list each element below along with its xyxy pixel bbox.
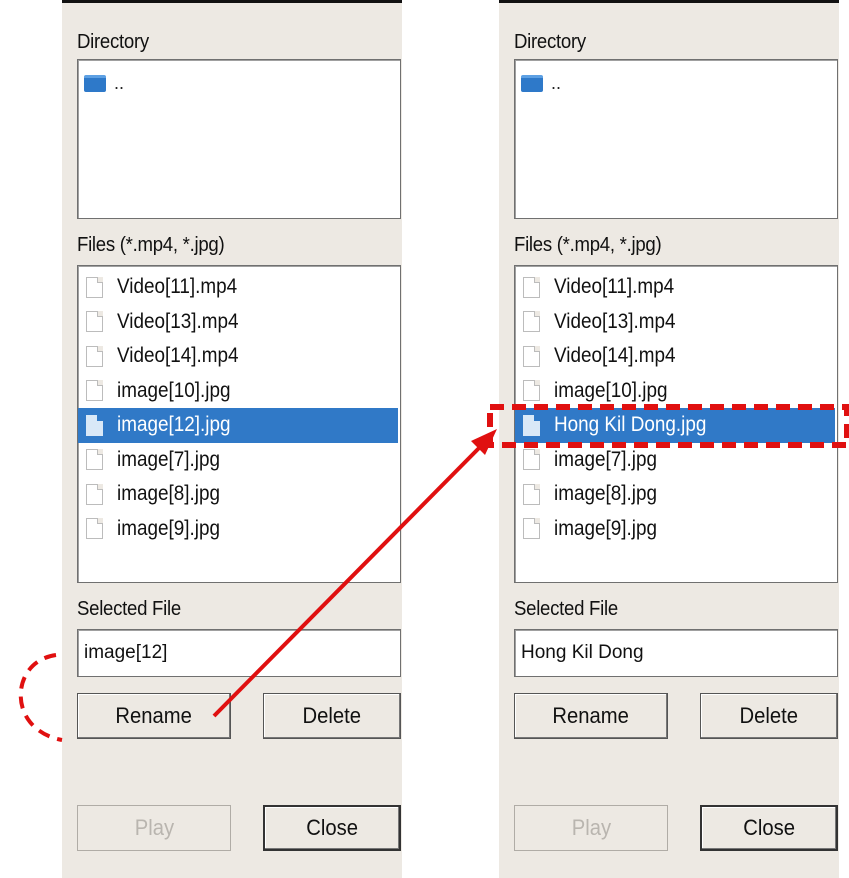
file-list-item[interactable]: Hong Kil Dong.jpg bbox=[515, 408, 835, 443]
selected-file-label: Selected File bbox=[77, 598, 181, 620]
close-button-label: Close bbox=[306, 815, 358, 840]
file-name: Video[14].mp4 bbox=[117, 344, 239, 368]
play-button-label: Play bbox=[134, 815, 174, 840]
delete-button-label: Delete bbox=[739, 703, 799, 728]
file-list-item[interactable]: image[7].jpg bbox=[515, 443, 837, 478]
file-list-item[interactable]: image[10].jpg bbox=[515, 374, 837, 409]
file-icon bbox=[86, 518, 103, 540]
rename-button-label: Rename bbox=[552, 703, 630, 728]
files-list[interactable]: Video[11].mp4 Video[13].mp4 Video[14].mp4 i… bbox=[514, 265, 838, 583]
selected-file-input[interactable]: Hong Kil Dong bbox=[514, 629, 838, 677]
file-name: Video[13].mp4 bbox=[117, 309, 239, 333]
file-name: Video[11].mp4 bbox=[554, 275, 675, 299]
directory-label: Directory bbox=[514, 31, 586, 53]
directory-item-parent[interactable]: .. bbox=[84, 68, 124, 98]
file-name: image[8].jpg bbox=[117, 482, 220, 506]
file-name: image[7].jpg bbox=[554, 447, 657, 471]
file-list-item[interactable]: Video[11].mp4 bbox=[78, 270, 400, 305]
play-button-label: Play bbox=[571, 815, 611, 840]
file-icon bbox=[523, 380, 540, 402]
file-icon bbox=[86, 449, 103, 471]
file-name: image[8].jpg bbox=[554, 482, 657, 506]
file-icon bbox=[86, 276, 103, 298]
file-list-item[interactable]: Video[14].mp4 bbox=[78, 339, 400, 374]
file-icon bbox=[523, 345, 540, 367]
close-button[interactable]: Close bbox=[263, 805, 401, 851]
file-icon bbox=[86, 380, 103, 402]
file-icon bbox=[86, 414, 103, 436]
close-button[interactable]: Close bbox=[700, 805, 838, 851]
file-list-item[interactable]: image[9].jpg bbox=[515, 512, 837, 547]
directory-list[interactable]: .. bbox=[514, 59, 838, 219]
file-icon bbox=[523, 311, 540, 333]
files-list-items: Video[11].mp4 Video[13].mp4 Video[14].mp4 i… bbox=[78, 270, 400, 546]
delete-button[interactable]: Delete bbox=[700, 693, 838, 739]
file-icon bbox=[86, 483, 103, 505]
rename-button[interactable]: Rename bbox=[77, 693, 231, 739]
file-name: image[10].jpg bbox=[117, 378, 231, 402]
files-label: Files (*.mp4, *.jpg) bbox=[514, 234, 662, 256]
file-icon bbox=[523, 276, 540, 298]
files-label: Files (*.mp4, *.jpg) bbox=[77, 234, 225, 256]
file-icon bbox=[86, 345, 103, 367]
file-icon bbox=[523, 449, 540, 471]
files-list-items: Video[11].mp4 Video[13].mp4 Video[14].mp4 i… bbox=[515, 270, 837, 546]
file-icon bbox=[523, 483, 540, 505]
folder-icon bbox=[521, 74, 543, 92]
selected-file-label: Selected File bbox=[514, 598, 618, 620]
file-list-item[interactable]: image[10].jpg bbox=[78, 374, 400, 409]
file-name: Video[11].mp4 bbox=[117, 275, 238, 299]
close-button-label: Close bbox=[743, 815, 795, 840]
directory-item-label: .. bbox=[551, 72, 562, 93]
directory-label: Directory bbox=[77, 31, 149, 53]
file-list-item[interactable]: Video[13].mp4 bbox=[78, 305, 400, 340]
delete-button-label: Delete bbox=[302, 703, 362, 728]
file-list-item[interactable]: Video[11].mp4 bbox=[515, 270, 837, 305]
directory-list[interactable]: .. bbox=[77, 59, 401, 219]
rename-button-label: Rename bbox=[115, 703, 193, 728]
rename-highlight-dashed-arc bbox=[18, 653, 63, 742]
directory-item-parent[interactable]: .. bbox=[521, 68, 561, 98]
file-list-item[interactable]: Video[14].mp4 bbox=[515, 339, 837, 374]
play-button[interactable]: Play bbox=[77, 805, 231, 851]
files-list[interactable]: Video[11].mp4 Video[13].mp4 Video[14].mp4 i… bbox=[77, 265, 401, 583]
file-list-item[interactable]: image[9].jpg bbox=[78, 512, 400, 547]
file-name: Video[13].mp4 bbox=[554, 309, 676, 333]
file-icon bbox=[86, 311, 103, 333]
file-name: image[9].jpg bbox=[554, 516, 657, 540]
delete-button[interactable]: Delete bbox=[263, 693, 401, 739]
file-name: image[9].jpg bbox=[117, 516, 220, 540]
rename-arrow-head bbox=[471, 429, 497, 455]
file-name: Hong Kil Dong.jpg bbox=[554, 413, 707, 437]
file-name: image[7].jpg bbox=[117, 447, 220, 471]
file-list-item[interactable]: image[8].jpg bbox=[78, 477, 400, 512]
file-list-item[interactable]: Video[13].mp4 bbox=[515, 305, 837, 340]
selected-file-input[interactable]: image[12] bbox=[77, 629, 401, 677]
rename-button[interactable]: Rename bbox=[514, 693, 668, 739]
folder-icon bbox=[84, 74, 106, 92]
file-icon bbox=[523, 414, 540, 436]
file-name: image[12].jpg bbox=[117, 413, 231, 437]
file-manager-panel-after: Directory .. Files (*.mp4, *.jpg) Video[… bbox=[499, 0, 839, 878]
play-button[interactable]: Play bbox=[514, 805, 668, 851]
file-list-item[interactable]: image[7].jpg bbox=[78, 443, 400, 478]
file-list-item[interactable]: image[8].jpg bbox=[515, 477, 837, 512]
file-manager-panel-before: Directory .. Files (*.mp4, *.jpg) Video[… bbox=[62, 0, 402, 878]
file-name: image[10].jpg bbox=[554, 378, 668, 402]
file-icon bbox=[523, 518, 540, 540]
file-name: Video[14].mp4 bbox=[554, 344, 676, 368]
file-list-item[interactable]: image[12].jpg bbox=[78, 408, 398, 443]
directory-item-label: .. bbox=[114, 72, 125, 93]
